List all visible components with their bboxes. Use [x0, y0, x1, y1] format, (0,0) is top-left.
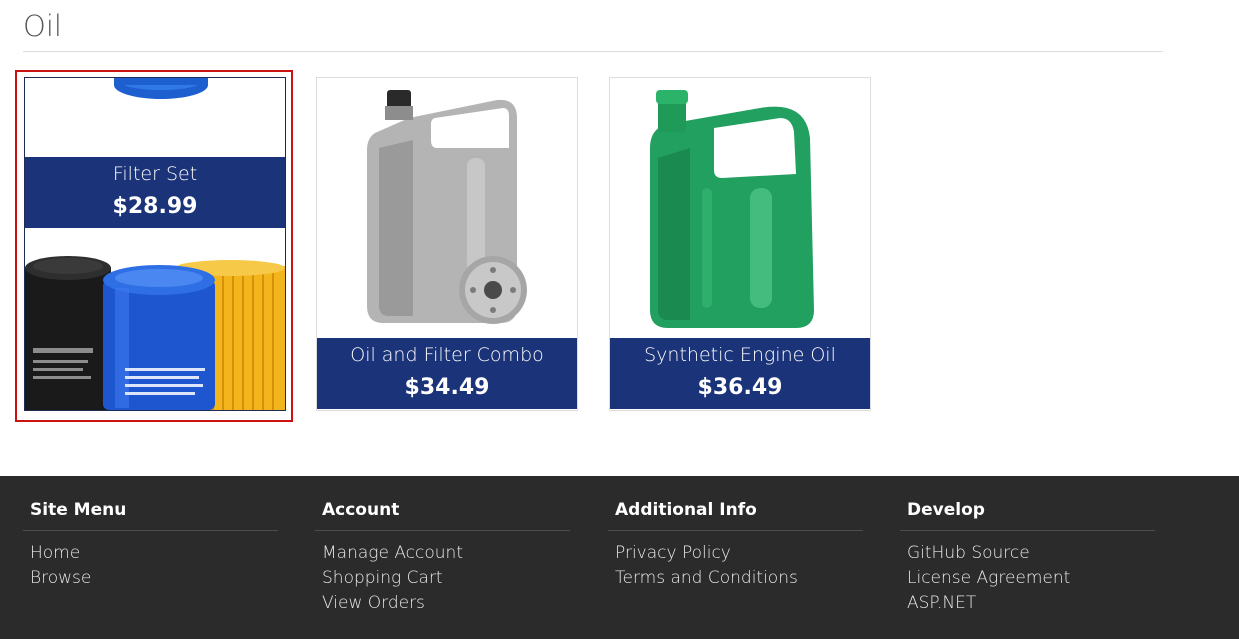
footer-link-browse[interactable]: Browse — [30, 568, 91, 588]
product-card-oil-and-filter-combo[interactable]: Oil and Filter Combo $34.49 — [316, 77, 578, 411]
product-name: Synthetic Engine Oil — [644, 344, 836, 366]
product-caption: Oil and Filter Combo $34.49 — [317, 338, 577, 409]
green-oil-jug-image — [610, 78, 870, 338]
footer-column-account: Account Manage Account Shopping Cart Vie… — [315, 476, 570, 618]
footer-divider — [900, 530, 1155, 531]
product-name: Oil and Filter Combo — [350, 344, 544, 366]
oil-filters-image — [25, 78, 285, 157]
footer-divider — [23, 530, 278, 531]
product-card-synthetic-engine-oil[interactable]: Synthetic Engine Oil $36.49 — [609, 77, 871, 411]
footer-link-list: Manage Account Shopping Cart View Orders — [315, 543, 570, 618]
footer-link-shopping-cart[interactable]: Shopping Cart — [322, 568, 443, 588]
footer-link-list: Home Browse — [23, 543, 278, 593]
product-price: $34.49 — [404, 375, 490, 400]
page-title: Oil — [23, 9, 62, 43]
footer-link-privacy-policy[interactable]: Privacy Policy — [615, 543, 731, 563]
oil-filters-photo — [25, 228, 285, 410]
site-footer: Site Menu Home Browse Account Manage Acc… — [0, 476, 1239, 639]
footer-column-additional-info: Additional Info Privacy Policy Terms and… — [608, 476, 863, 593]
footer-divider — [608, 530, 863, 531]
footer-column-site-menu: Site Menu Home Browse — [23, 476, 278, 593]
footer-link-manage-account[interactable]: Manage Account — [322, 543, 463, 563]
product-caption: Synthetic Engine Oil $36.49 — [610, 338, 870, 409]
footer-link-list: GitHub Source License Agreement ASP.NET — [900, 543, 1155, 618]
product-caption: Filter Set $28.99 — [25, 157, 285, 228]
footer-link-home[interactable]: Home — [30, 543, 80, 563]
footer-link-license-agreement[interactable]: License Agreement — [907, 568, 1070, 588]
product-card-filter-set[interactable]: Filter Set $28.99 — [24, 77, 286, 411]
footer-heading: Account — [322, 500, 400, 520]
footer-column-develop: Develop GitHub Source License Agreement … — [900, 476, 1155, 618]
footer-link-aspnet[interactable]: ASP.NET — [907, 593, 976, 613]
footer-link-github-source[interactable]: GitHub Source — [907, 543, 1030, 563]
footer-link-view-orders[interactable]: View Orders — [322, 593, 425, 613]
product-name: Filter Set — [112, 163, 198, 185]
footer-link-list: Privacy Policy Terms and Conditions — [608, 543, 863, 593]
product-price: $36.49 — [697, 375, 783, 400]
footer-heading: Additional Info — [615, 500, 757, 520]
product-price: $28.99 — [112, 194, 198, 219]
footer-divider — [315, 530, 570, 531]
footer-heading: Develop — [907, 500, 985, 520]
footer-link-terms-and-conditions[interactable]: Terms and Conditions — [615, 568, 798, 588]
footer-heading: Site Menu — [30, 500, 127, 520]
silver-oil-jug-with-filter-image — [317, 78, 577, 338]
title-divider — [23, 51, 1163, 52]
